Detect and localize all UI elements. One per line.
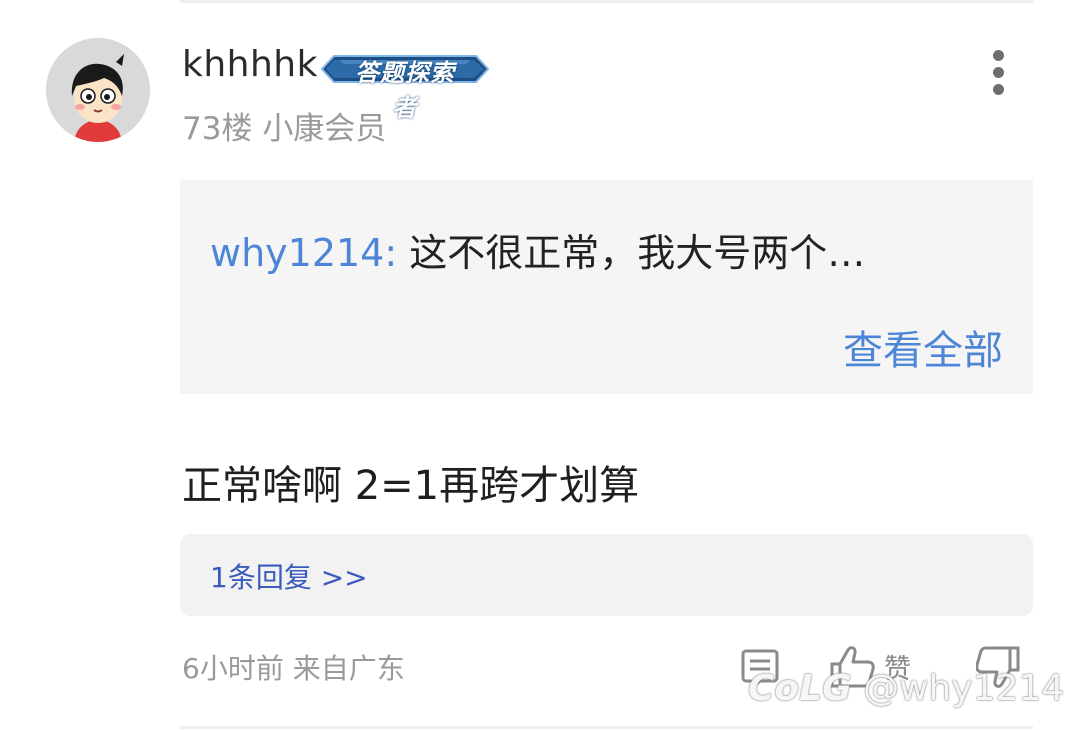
member-level: 小康会员 xyxy=(262,111,387,147)
avatar[interactable] xyxy=(46,38,150,142)
top-divider xyxy=(180,0,1033,3)
more-vertical-icon[interactable] xyxy=(986,50,1012,96)
username[interactable]: khhhhk xyxy=(182,44,318,85)
watermark: CoLG @why1214 xyxy=(748,668,1064,709)
time-location: 6小时前 来自广东 xyxy=(182,652,405,685)
floor-and-member: 73楼 小康会员 xyxy=(182,103,386,148)
bottom-divider xyxy=(180,726,1033,729)
badge: 答题探索者 xyxy=(320,50,490,122)
watermark-logo: CoLG xyxy=(748,668,852,709)
quote-user[interactable]: why1214: xyxy=(210,231,397,275)
floor-label: 73楼 xyxy=(182,111,253,147)
comment-text: 正常啥啊 2=1再跨才划算 xyxy=(182,463,640,509)
watermark-handle: @why1214 xyxy=(863,668,1065,709)
quote-line: why1214: 这不很正常，我大号两个… xyxy=(210,222,865,277)
quoted-comment[interactable]: why1214: 这不很正常，我大号两个… 查看全部 xyxy=(180,180,1033,394)
view-all-link[interactable]: 查看全部 xyxy=(843,318,1003,376)
quote-text: 这不很正常，我大号两个… xyxy=(409,231,866,275)
replies-link[interactable]: 1条回复 >> xyxy=(210,556,368,596)
replies-box[interactable]: 1条回复 >> xyxy=(180,534,1033,616)
